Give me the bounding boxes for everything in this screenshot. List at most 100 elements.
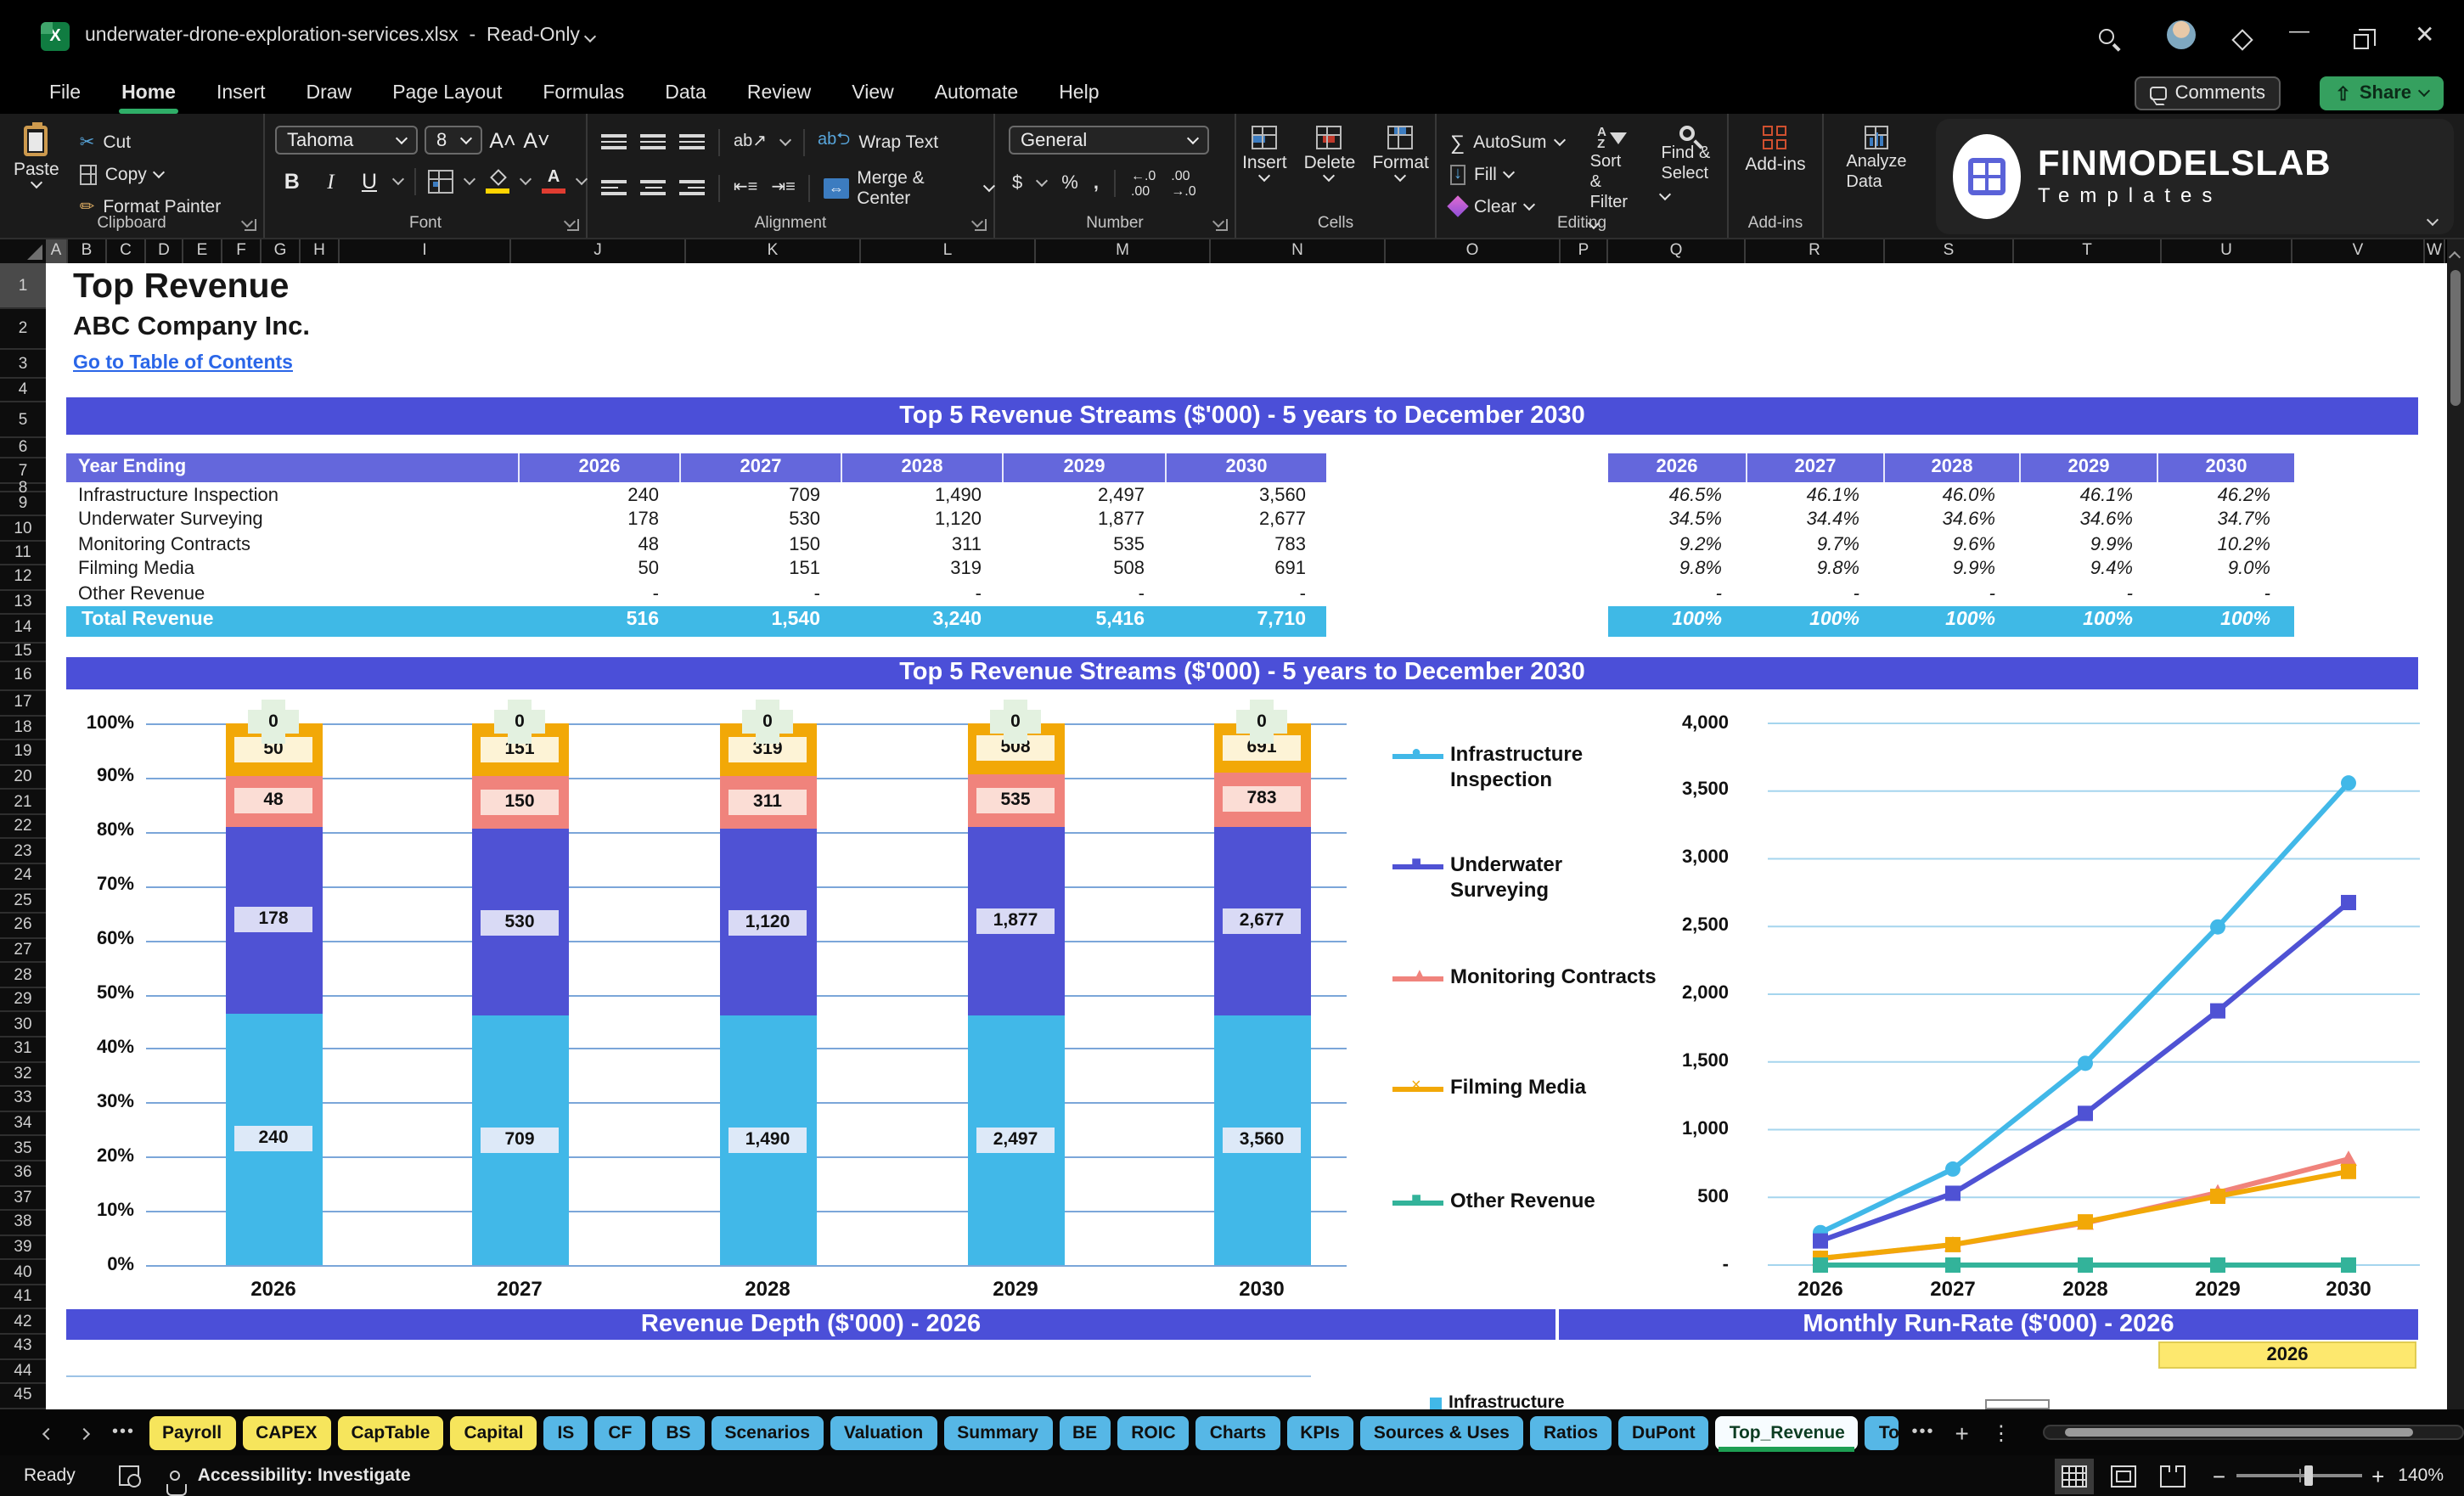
table-cell[interactable]: 48 — [518, 533, 679, 558]
column-header-A[interactable]: A — [46, 239, 68, 263]
row-header-41[interactable]: 41 — [0, 1285, 46, 1310]
table-total-cell[interactable]: 3,240 — [841, 606, 1002, 636]
toc-link[interactable]: Go to Table of Contents — [73, 353, 293, 374]
pct-total-cell[interactable]: 100% — [2157, 606, 2294, 636]
horizontal-scroll-thumb[interactable] — [2065, 1428, 2414, 1437]
pct-cell[interactable]: 9.6% — [1883, 533, 2019, 558]
menu-tab-help[interactable]: Help — [1040, 76, 1117, 110]
row-header-24[interactable]: 24 — [0, 864, 46, 890]
table-total-cell[interactable]: 516 — [518, 606, 679, 636]
merge-center-button[interactable]: ⇔ Merge & Center — [824, 167, 996, 208]
decrease-indent-button[interactable]: ⇤≡ — [734, 178, 757, 197]
align-right-button[interactable] — [679, 180, 705, 195]
decrease-decimal-button[interactable]: .00 →.0 — [1171, 168, 1195, 199]
row-header-19[interactable]: 19 — [0, 740, 46, 766]
align-middle-button[interactable] — [640, 134, 666, 149]
table-cell[interactable]: 508 — [1002, 557, 1165, 582]
row-header-28[interactable]: 28 — [0, 963, 46, 988]
row-header-44[interactable]: 44 — [0, 1359, 46, 1385]
table-cell[interactable]: 50 — [518, 557, 679, 582]
pct-cell[interactable]: 46.1% — [1746, 484, 1883, 509]
vertical-scrollbar[interactable] — [2447, 239, 2464, 1409]
sheet-tab-valuation[interactable]: Valuation — [830, 1415, 937, 1449]
vertical-scroll-thumb[interactable] — [2450, 270, 2461, 406]
borders-button[interactable] — [428, 170, 454, 194]
row-header-14[interactable]: 14 — [0, 614, 46, 644]
accessibility-status[interactable]: Accessibility: Investigate — [198, 1465, 411, 1486]
page-break-view-icon[interactable] — [2159, 1465, 2186, 1487]
wrap-text-button[interactable]: ab⮌ Wrap Text — [818, 126, 938, 158]
row-header-31[interactable]: 31 — [0, 1038, 46, 1063]
sheet-tab-roic[interactable]: ROIC — [1117, 1415, 1190, 1449]
column-header-W[interactable]: W — [2425, 239, 2445, 263]
pct-cell[interactable]: 9.9% — [1883, 557, 2019, 582]
table-header-cell[interactable]: 2026 — [518, 453, 679, 481]
sheet-tab-captable[interactable]: CapTable — [337, 1415, 444, 1449]
column-header-F[interactable]: F — [222, 239, 262, 263]
row-header-10[interactable]: 10 — [0, 516, 46, 542]
row-headers[interactable]: 1 2 3 4 5 6 7 8 9 10 11 12 13 14 15 16 17 18 19 20 21 22 23 24 2… — [0, 263, 46, 1409]
pct-header-cell[interactable]: 2030 — [2157, 453, 2294, 481]
column-header-I[interactable]: I — [340, 239, 511, 263]
page-layout-view-icon[interactable] — [2110, 1465, 2136, 1487]
autosum-button[interactable]: ∑ AutoSum — [1450, 126, 1577, 158]
pct-cell[interactable]: 9.2% — [1608, 533, 1746, 558]
align-bottom-button[interactable] — [679, 134, 705, 149]
analyze-data-button[interactable]: Analyze Data — [1824, 126, 1929, 194]
table-cell[interactable]: - — [1165, 582, 1326, 606]
sheet-tab-capital[interactable]: Capital — [450, 1415, 537, 1449]
sheet-menu-button[interactable]: ⋮ — [1984, 1420, 2020, 1444]
font-size-select[interactable]: 8 — [425, 126, 482, 155]
legend-item-5[interactable]: ■ Other Revenue — [1392, 1189, 1595, 1214]
row-header-17[interactable]: 17 — [0, 690, 46, 717]
column-header-B[interactable]: B — [68, 239, 107, 263]
menu-tab-formulas[interactable]: Formulas — [524, 76, 643, 110]
row-header-38[interactable]: 38 — [0, 1211, 46, 1236]
row-header-23[interactable]: 23 — [0, 839, 46, 864]
table-cell[interactable]: Underwater Surveying — [66, 509, 518, 533]
row-header-5[interactable]: 5 — [0, 402, 46, 438]
comma-style-button[interactable]: , — [1094, 173, 1099, 194]
column-header-N[interactable]: N — [1211, 239, 1386, 263]
accounting-format-button[interactable]: $ — [1012, 173, 1022, 194]
row-header-1[interactable]: 1 — [0, 263, 46, 309]
pct-cell[interactable]: 46.1% — [2019, 484, 2157, 509]
table-cell[interactable]: Monitoring Contracts — [66, 533, 518, 558]
copy-button[interactable]: Copy — [79, 158, 222, 190]
sheet-tab-scenarios[interactable]: Scenarios — [711, 1415, 824, 1449]
zoom-out-button[interactable]: − — [2213, 1463, 2225, 1488]
tabs-overflow-right[interactable]: ••• — [1905, 1423, 1942, 1442]
sheet-tab-to[interactable]: To — [1865, 1415, 1899, 1449]
row-header-45[interactable]: 45 — [0, 1384, 46, 1409]
pct-cell[interactable]: 46.0% — [1883, 484, 2019, 509]
row-header-20[interactable]: 20 — [0, 765, 46, 790]
row-header-15[interactable]: 15 — [0, 643, 46, 662]
fill-color-button[interactable] — [486, 168, 510, 194]
macro-record-icon[interactable] — [119, 1465, 142, 1488]
table-cell[interactable]: 240 — [518, 484, 679, 509]
pct-cell[interactable]: - — [2157, 582, 2294, 606]
zoom-level[interactable]: 140% — [2398, 1465, 2444, 1486]
row-header-36[interactable]: 36 — [0, 1161, 46, 1187]
pct-cell[interactable]: 34.6% — [1883, 509, 2019, 533]
column-header-M[interactable]: M — [1036, 239, 1211, 263]
column-header-G[interactable]: G — [262, 239, 301, 263]
increase-decimal-button[interactable]: ←.0.00 — [1131, 168, 1156, 199]
sheet-tab-bs[interactable]: BS — [652, 1415, 705, 1449]
table-cell[interactable]: - — [518, 582, 679, 606]
tabs-scroll-right[interactable] — [70, 1422, 98, 1443]
menu-tab-home[interactable]: Home — [103, 76, 194, 113]
paste-button[interactable]: Paste — [0, 122, 73, 222]
table-cell[interactable]: 150 — [679, 533, 841, 558]
row-header-6[interactable]: 6 — [0, 438, 46, 458]
pct-cell[interactable]: 34.4% — [1746, 509, 1883, 533]
sheet-tab-top-revenue[interactable]: Top_Revenue — [1715, 1415, 1859, 1451]
table-cell[interactable]: Filming Media — [66, 557, 518, 582]
column-header-T[interactable]: T — [2014, 239, 2162, 263]
sheet-tab-summary[interactable]: Summary — [943, 1415, 1052, 1449]
table-total-cell[interactable]: Total Revenue — [66, 606, 518, 636]
column-header-C[interactable]: C — [107, 239, 146, 263]
legend-item-4[interactable]: × Filming Media — [1392, 1075, 1586, 1100]
sheet-tab-payroll[interactable]: Payroll — [149, 1415, 236, 1449]
column-header-E[interactable]: E — [183, 239, 222, 263]
